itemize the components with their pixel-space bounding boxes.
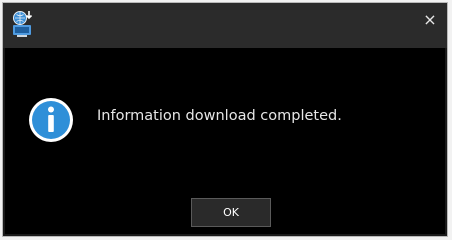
- ok-button[interactable]: OK: [191, 198, 271, 227]
- dialog-body: Information download completed. OK: [5, 48, 445, 234]
- close-button[interactable]: ×: [421, 11, 439, 29]
- network-download-icon: [9, 9, 35, 39]
- info-icon: [27, 96, 75, 144]
- title-bar: ×: [3, 3, 447, 48]
- message-text: Information download completed.: [97, 108, 342, 124]
- dialog-window: × Information download completed. OK: [2, 2, 448, 237]
- close-icon: ×: [423, 10, 437, 29]
